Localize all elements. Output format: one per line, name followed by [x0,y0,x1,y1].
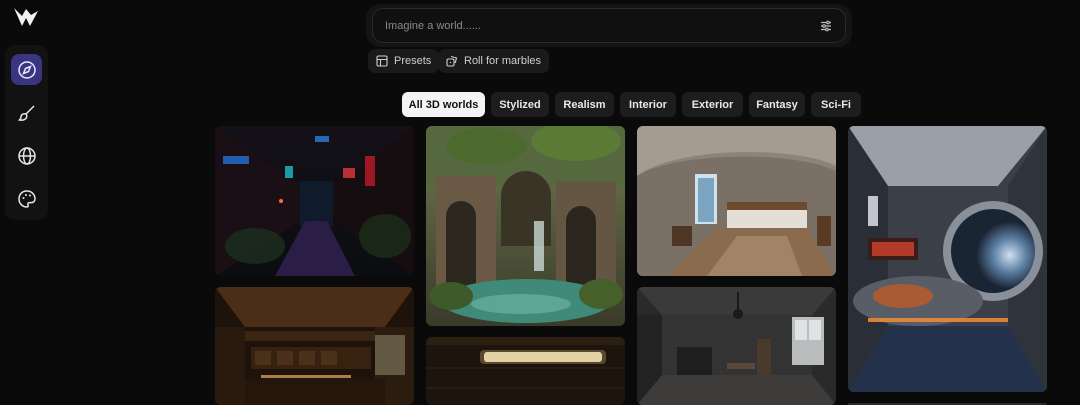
compass-icon [17,60,36,79]
presets-label: Presets [394,55,432,67]
app-logo-icon[interactable] [13,6,39,30]
filter-label: Stylized [499,98,541,111]
dice-icon [446,55,458,67]
palette-icon [17,189,36,208]
world-card[interactable] [426,337,625,405]
globe-icon [17,146,36,165]
sidebar-item-create[interactable] [11,97,42,128]
filter-sci-fi[interactable]: Sci-Fi [811,92,861,117]
world-card[interactable] [426,126,625,326]
world-card[interactable] [637,287,836,405]
filter-all-3d-worlds[interactable]: All 3D worlds [402,92,485,117]
sidebar-item-explore[interactable] [11,54,42,85]
filter-realism[interactable]: Realism [555,92,614,117]
world-thumbnail-wood-kitchen [215,287,414,405]
roll-label: Roll for marbles [464,55,542,67]
sidebar-item-worlds[interactable] [11,140,42,171]
roll-for-marbles-button[interactable]: Roll for marbles [438,49,550,73]
filter-label: Realism [563,98,606,111]
brush-icon [17,104,35,121]
filter-stylized[interactable]: Stylized [491,92,549,117]
layout-icon [376,55,388,67]
world-thumbnail-abandoned-room [637,287,836,405]
sidebar-item-styles[interactable] [11,183,42,214]
sidebar-rail [5,45,48,220]
filter-label: Interior [629,98,667,111]
filter-label: Sci-Fi [821,98,851,111]
world-thumbnail-garden-ruins [426,126,625,326]
settings-sliders-icon[interactable] [819,19,833,33]
world-thumbnail-cave-bedroom [637,126,836,276]
world-card[interactable] [215,287,414,405]
world-thumbnail-space-station [848,126,1047,392]
world-card[interactable] [637,126,836,276]
world-thumbnail-neon-alley [215,126,414,276]
filter-label: Fantasy [756,98,798,111]
world-card[interactable] [215,126,414,276]
world-card[interactable] [848,126,1047,392]
prompt-container: Imagine a world...... [366,4,852,47]
world-thumbnail-lit-ceiling [426,337,625,405]
presets-button[interactable]: Presets [368,49,440,73]
filter-interior[interactable]: Interior [620,92,676,117]
filter-fantasy[interactable]: Fantasy [749,92,805,117]
prompt-placeholder: Imagine a world...... [385,19,481,32]
prompt-input[interactable]: Imagine a world...... [372,8,846,43]
filter-label: All 3D worlds [408,98,479,111]
filter-label: Exterior [691,98,734,111]
filter-exterior[interactable]: Exterior [682,92,743,117]
